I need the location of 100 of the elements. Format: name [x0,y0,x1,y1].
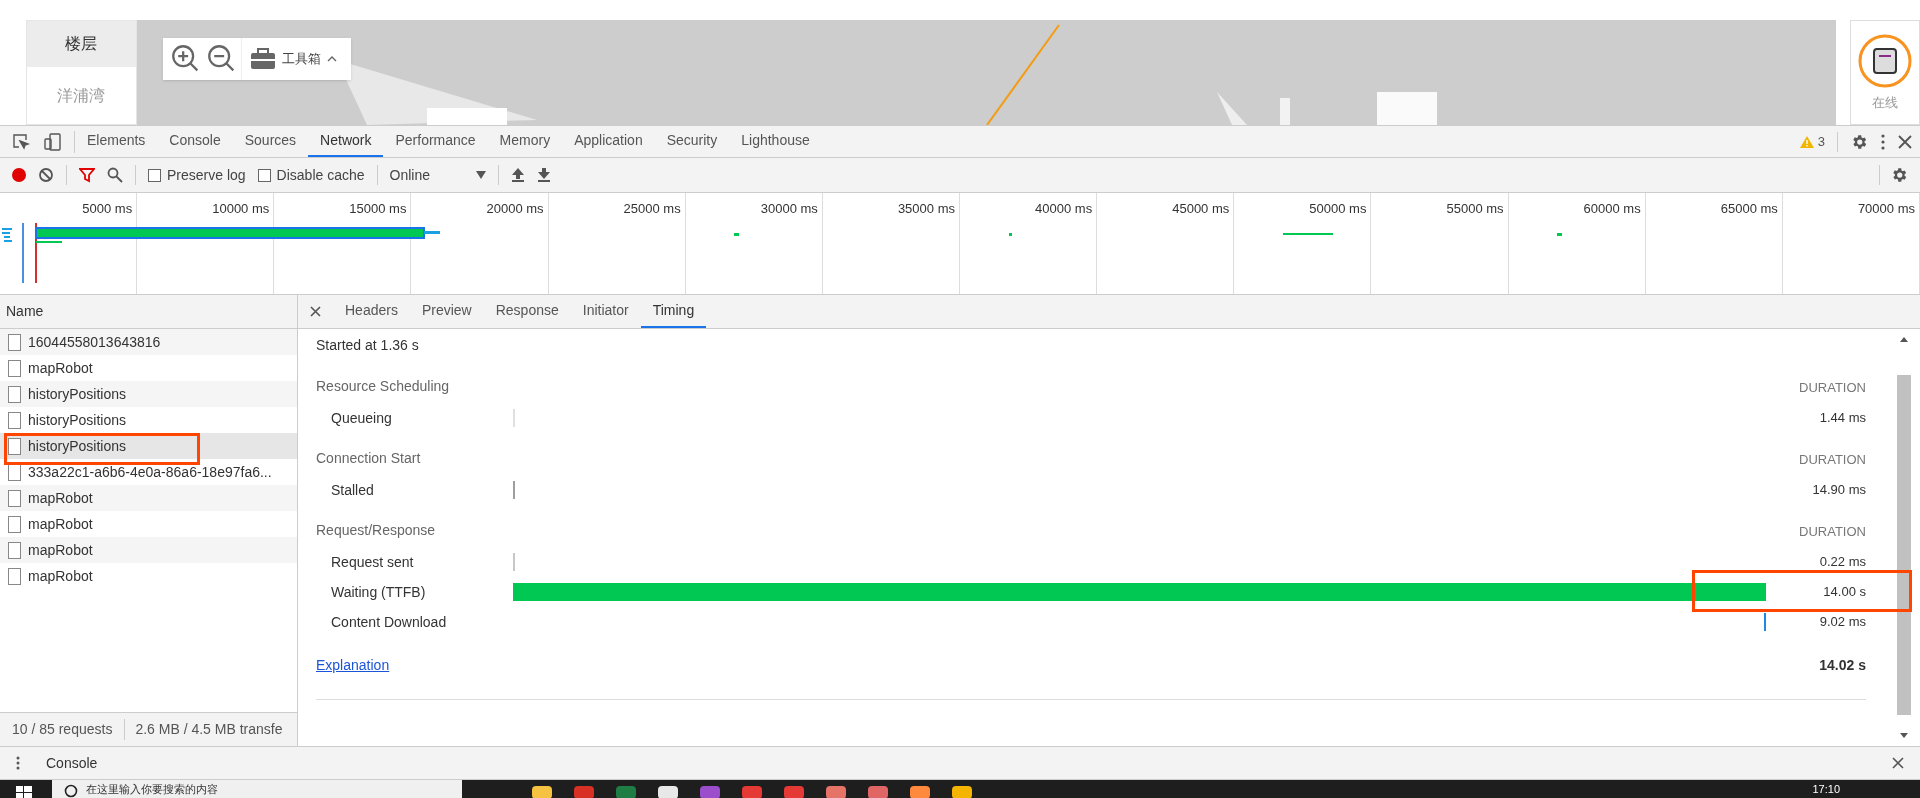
timeline-tick: 40000 ms [1035,200,1093,215]
robot-status: 在线 [1872,94,1899,112]
phase-label: Request sent [330,552,415,572]
app-icon[interactable] [868,786,888,798]
document-icon [8,411,21,429]
app-icon[interactable] [532,786,552,798]
timeline-tick: 60000 ms [1583,200,1641,215]
start-time: Started at 1.36 s [316,335,420,355]
timeline-tick: 5000 ms [82,200,133,215]
devtools-tab[interactable]: Sources [232,126,309,157]
scrollbar[interactable] [1896,335,1912,740]
toolbox-button[interactable]: 工具箱 [240,38,345,80]
document-icon [8,385,21,403]
download-icon[interactable] [536,167,551,183]
document-icon [8,489,21,507]
start-icon[interactable] [16,786,32,798]
phase-duration: 1.44 ms [1818,409,1866,428]
detail-tab[interactable]: Response [483,295,571,328]
clear-icon[interactable] [38,167,54,183]
app-icon[interactable] [952,786,972,798]
scroll-down-icon[interactable] [1899,730,1909,740]
app-icon[interactable] [658,786,678,798]
document-icon [8,567,21,585]
request-count: 10 / 85 requests [0,719,126,740]
close-icon[interactable] [1892,757,1904,769]
transfer-size: 2.6 MB / 4.5 MB transfe [134,720,284,739]
devtools-tab[interactable]: Performance [383,126,488,157]
checkbox[interactable] [148,168,161,182]
app-icon[interactable] [784,786,804,798]
duration-header: DURATION [1799,450,1866,469]
phase-label: Waiting (TTFB) [330,582,427,602]
phase-duration: 14.00 s [1822,583,1866,602]
duration-header: DURATION [1799,522,1866,541]
section-title: Request/Response [316,521,436,540]
floor-header: 楼层 [27,21,136,68]
app-icon[interactable] [910,786,930,798]
timeline-tick: 45000 ms [1172,200,1230,215]
throttling-select[interactable]: Online [389,164,486,186]
devtools-tab[interactable]: Security [654,126,730,157]
devtools-tab[interactable]: Memory [487,126,563,157]
detail-tab[interactable]: Preview [409,295,484,328]
timeline-tick: 50000 ms [1309,200,1367,215]
devtools-tab[interactable]: Elements [75,126,158,157]
device-toolbar-icon[interactable] [44,132,62,151]
close-icon[interactable] [310,306,321,317]
devtools-tab[interactable]: Application [562,126,655,157]
timeline-tick: 55000 ms [1446,200,1504,215]
app-icon[interactable] [616,786,636,798]
app-icon[interactable] [826,786,846,798]
timeline-tick: 20000 ms [486,200,544,215]
drawer-tab[interactable]: Console [46,752,98,774]
upload-icon[interactable] [510,167,525,183]
duration-header: DURATION [1799,378,1866,397]
detail-tab[interactable]: Initiator [570,295,641,328]
section-title: Resource Scheduling [316,377,450,396]
request-row[interactable]: mapRobot [0,485,297,511]
column-header[interactable]: Name [0,295,297,329]
section-title: Connection Start [316,449,421,468]
phase-label: Content Download [330,612,448,632]
detail-tab[interactable]: Timing [640,295,707,328]
warning-count[interactable]: 3 [1799,131,1825,152]
detail-tab[interactable]: Headers [333,295,410,328]
more-icon[interactable] [16,756,20,770]
checkbox[interactable] [257,168,271,182]
phase-label: Stalled [330,480,375,500]
request-row[interactable]: historyPositions [0,381,297,407]
robot-icon[interactable] [1857,33,1914,89]
request-row[interactable]: mapRobot [0,537,297,563]
toolbox-icon [249,48,276,70]
explanation-link[interactable]: Explanation [316,654,390,676]
phase-duration: 14.90 ms [1811,481,1866,500]
timeline-tick: 25000 ms [623,200,681,215]
timeline-tick: 30000 ms [760,200,818,215]
close-icon[interactable] [1898,134,1912,149]
dropdown-icon [475,171,486,179]
phase-duration: 9.02 ms [1818,613,1866,632]
request-row[interactable]: 16044558013643816 [0,329,297,355]
search-icon [64,784,78,798]
more-icon[interactable] [1880,133,1886,150]
timeline-tick: 10000 ms [212,200,270,215]
timeline-tick: 35000 ms [897,200,955,215]
taskbar-search-field[interactable]: 在这里输入你要搜索的内容 [52,780,462,798]
document-icon [8,359,21,377]
devtools-tab[interactable]: Console [157,126,233,157]
document-icon [8,515,21,533]
warning-icon [1799,135,1814,148]
document-icon [8,437,21,455]
app-icon[interactable] [574,786,594,798]
app-icon[interactable] [700,786,720,798]
phase-label: Queueing [330,408,393,428]
document-icon [8,333,21,351]
search-icon[interactable] [107,167,123,183]
timeline-tick: 65000 ms [1720,200,1778,215]
record-button[interactable] [12,168,26,182]
devtools-tab[interactable]: Lighthouse [729,126,822,157]
inspect-icon[interactable] [12,132,30,151]
filter-icon[interactable] [79,167,95,183]
clock[interactable]: 17:10 [1812,784,1840,795]
scroll-up-icon[interactable] [1899,335,1909,345]
app-icon[interactable] [742,786,762,798]
